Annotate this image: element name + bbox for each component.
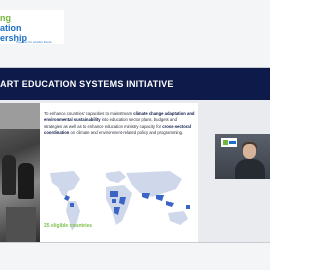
speaker-video-tile[interactable] [215, 134, 270, 179]
world-map [50, 171, 190, 231]
background-logo [221, 138, 237, 147]
slide-photo [0, 103, 40, 242]
meeting-window: ng ation ership Together for a better fu… [0, 0, 270, 270]
body-text-part: on climate and environment-related polic… [69, 130, 184, 136]
person-video-icon [243, 144, 256, 159]
logo-line-2: ation [0, 23, 22, 33]
eligible-countries-label: 25 eligible countries [44, 223, 93, 229]
slide-header: ART EDUCATION SYSTEMS INITIATIVE [0, 68, 270, 100]
slide-content-panel: To enhance countries' capacities to main… [40, 103, 198, 242]
slide-title: ART EDUCATION SYSTEMS INITIATIVE [0, 79, 174, 89]
slide-body-text: To enhance countries' capacities to main… [44, 111, 196, 137]
body-text-part: To enhance countries' capacities to main… [44, 111, 134, 116]
logo-tagline: Together for a better future [16, 40, 52, 44]
logo-line-1: ng [0, 13, 11, 23]
partner-logo: ng ation ership Together for a better fu… [0, 10, 64, 44]
